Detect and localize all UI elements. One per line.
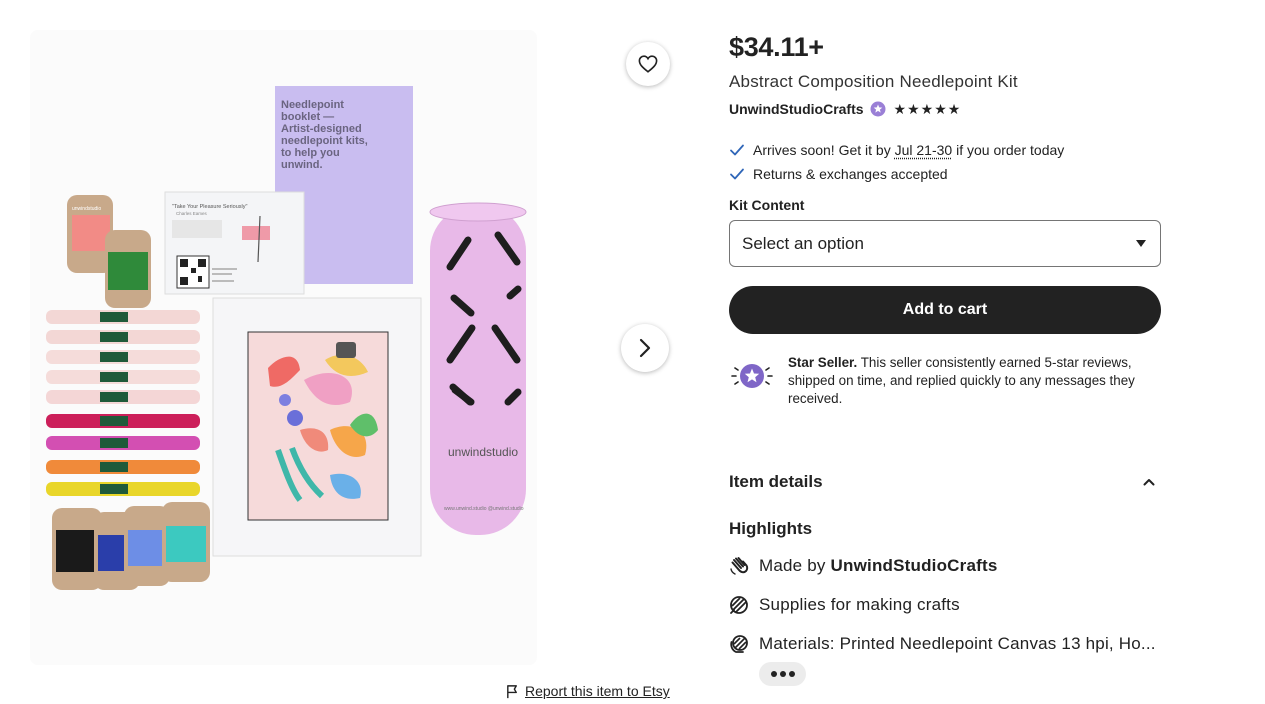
star-icon: ★ <box>934 101 947 117</box>
flag-icon <box>507 684 517 698</box>
hand-wave-icon <box>730 557 749 575</box>
chevron-right-icon <box>639 338 651 358</box>
svg-text:unwindstudio: unwindstudio <box>448 445 518 459</box>
materials-text: Materials: Printed Needlepoint Canvas 13… <box>759 634 1156 653</box>
item-details-heading: Item details <box>729 472 823 491</box>
rating-stars[interactable]: ★ ★ ★ ★ ★ <box>894 102 961 116</box>
select-placeholder: Select an option <box>742 233 864 253</box>
favorite-button[interactable] <box>626 42 670 86</box>
returns-text: Returns & exchanges accepted <box>753 166 948 182</box>
svg-text:unwindstudio: unwindstudio <box>72 206 101 212</box>
heart-icon <box>638 55 658 73</box>
ellipsis-icon <box>770 671 777 677</box>
svg-text:"Take Your Pleasure Seriously": "Take Your Pleasure Seriously" <box>172 204 247 210</box>
highlight-supplies: Supplies for making crafts <box>729 595 1161 615</box>
next-image-button[interactable] <box>621 324 669 372</box>
star-seller-icon <box>731 364 773 388</box>
check-icon <box>730 144 744 156</box>
price: $34.11+ <box>729 32 824 62</box>
svg-text:www.unwind.studio @unwind.st: www.unwind.studio @unwind.studio <box>444 506 524 512</box>
kit-content-select[interactable]: Select an option <box>729 220 1161 267</box>
made-by-text: Made by UnwindStudioCrafts <box>759 556 998 575</box>
add-to-cart-button[interactable]: Add to cart <box>729 286 1161 334</box>
chevron-up-icon <box>1143 479 1155 486</box>
highlight-made-by: Made by UnwindStudioCrafts <box>729 556 1161 576</box>
star-icon: ★ <box>907 101 920 117</box>
item-details-toggle[interactable]: Item details <box>729 472 1161 492</box>
kit-content-label: Kit Content <box>729 197 805 213</box>
arrival-estimate: Arrives soon! Get it by Jul 21-30 if you… <box>729 138 1161 162</box>
star-seller-info: Star Seller. This seller consistently ea… <box>729 354 1161 408</box>
report-item-link[interactable]: Report this item to Etsy <box>505 683 670 699</box>
layers-icon <box>730 635 748 653</box>
highlight-materials: Materials: Printed Needlepoint Canvas 13… <box>729 634 1161 654</box>
arrival-dates[interactable]: Jul 21-30 <box>895 142 953 158</box>
report-item-label: Report this item to Etsy <box>525 683 670 699</box>
needlepoint-kit-photo: Needlepoint booklet — Artist-designed ne… <box>30 30 537 665</box>
shop-name-link[interactable]: UnwindStudioCrafts <box>729 101 864 117</box>
product-image[interactable]: Needlepoint booklet — Artist-designed ne… <box>30 30 537 665</box>
shipping-info: Arrives soon! Get it by Jul 21-30 if you… <box>729 138 1161 186</box>
listing-info-panel: $34.11+ Abstract Composition Needlepoint… <box>729 30 1161 686</box>
made-by-shop-link[interactable]: UnwindStudioCrafts <box>831 556 998 575</box>
listing-title: Abstract Composition Needlepoint Kit <box>729 72 1018 91</box>
star-seller-text: Star Seller. This seller consistently ea… <box>788 355 1135 406</box>
highlights-heading: Highlights <box>729 519 813 538</box>
shop-row: UnwindStudioCrafts ★ ★ ★ ★ ★ <box>729 101 1161 117</box>
star-seller-badge-icon <box>870 101 886 117</box>
show-more-button[interactable] <box>759 662 806 686</box>
arrival-text: Arrives soon! Get it by Jul 21-30 if you… <box>753 142 1065 158</box>
star-icon: ★ <box>893 101 907 117</box>
check-icon <box>730 168 744 180</box>
returns-policy: Returns & exchanges accepted <box>729 162 1161 186</box>
yarn-ball-icon <box>730 596 748 614</box>
supplies-text: Supplies for making crafts <box>759 595 960 614</box>
star-icon: ★ <box>920 101 934 117</box>
star-icon: ★ <box>947 101 961 117</box>
svg-text:Charles Eames: Charles Eames <box>176 211 208 216</box>
chevron-down-icon <box>1136 240 1146 247</box>
